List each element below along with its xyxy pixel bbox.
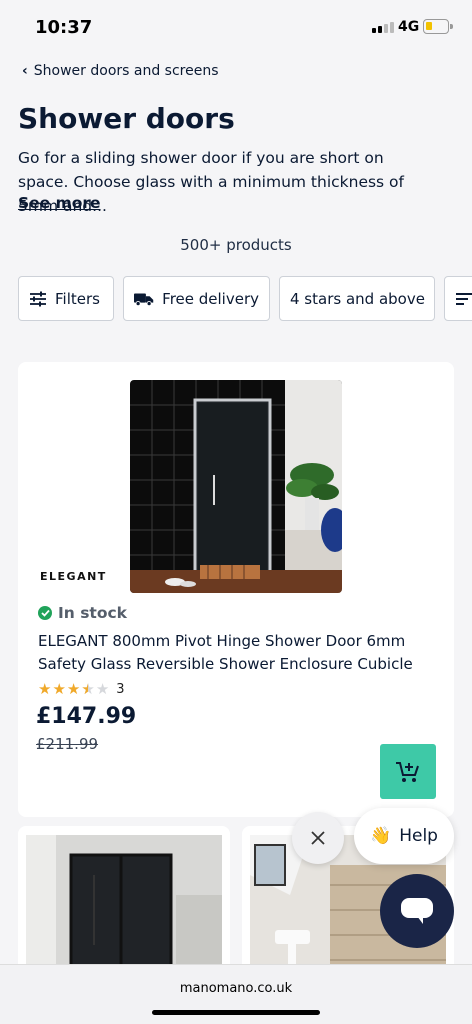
star-empty-icon: ★ — [95, 680, 110, 698]
stock-label: In stock — [58, 604, 127, 622]
star-icon: ★ — [66, 680, 81, 698]
help-label: Help — [399, 826, 438, 846]
wave-icon: 👋 — [370, 826, 392, 846]
signal-icon — [372, 22, 394, 33]
sort-chip[interactable] — [444, 276, 472, 321]
star-icon: ★ — [52, 680, 66, 698]
four-stars-label: 4 stars and above — [290, 289, 425, 308]
filter-chips: Filters Free delivery 4 stars and above — [18, 276, 472, 321]
chat-bubble-icon — [401, 898, 433, 924]
product-name[interactable]: ELEGANT 800mm Pivot Hinge Shower Door 6m… — [38, 630, 438, 676]
stock-status: In stock — [38, 604, 127, 622]
product-image[interactable] — [130, 380, 342, 593]
truck-icon — [134, 293, 154, 306]
network-type: 4G — [398, 19, 420, 35]
half-star-icon: ★ ★ — [81, 680, 95, 698]
sort-icon — [456, 292, 472, 305]
product-old-price: £211.99 — [36, 735, 99, 753]
cart-plus-icon — [396, 761, 419, 782]
free-delivery-label: Free delivery — [162, 289, 259, 308]
close-chat-button[interactable] — [292, 812, 344, 864]
free-delivery-chip[interactable]: Free delivery — [123, 276, 270, 321]
page-title: Shower doors — [18, 102, 235, 135]
star-icon: ★ — [38, 680, 52, 698]
brand-logo: ELEGANT — [40, 570, 107, 583]
sliders-icon — [30, 291, 46, 306]
star-rating: ★ ★ ★ ★ ★ ★ 3 — [38, 680, 125, 698]
status-bar: 10:37 4G — [0, 0, 472, 54]
url-text: manomano.co.uk — [179, 981, 293, 996]
status-time: 10:37 — [35, 17, 93, 38]
chat-button[interactable] — [380, 874, 454, 948]
filters-button[interactable]: Filters — [18, 276, 114, 321]
product-card[interactable]: ELEGANT In stock ELEGANT 800mm Pivot Hin… — [18, 362, 454, 817]
breadcrumb-label: Shower doors and screens — [33, 63, 219, 79]
browser-url-bar[interactable]: manomano.co.uk — [0, 964, 472, 1024]
breadcrumb[interactable]: ‹ Shower doors and screens — [22, 63, 219, 79]
add-to-cart-button[interactable] — [380, 744, 436, 799]
see-more-link[interactable]: See more — [18, 194, 101, 212]
four-stars-chip[interactable]: 4 stars and above — [279, 276, 435, 321]
help-button[interactable]: 👋 Help — [354, 808, 454, 864]
review-count: 3 — [116, 681, 125, 697]
chevron-left-icon: ‹ — [22, 63, 28, 79]
product-price: £147.99 — [36, 704, 137, 729]
close-icon — [311, 831, 325, 845]
filters-label: Filters — [55, 289, 100, 308]
home-indicator — [152, 1010, 320, 1015]
product-count: 500+ products — [180, 236, 292, 254]
check-circle-icon — [38, 606, 52, 620]
battery-icon — [423, 19, 453, 34]
product-image — [26, 835, 222, 976]
product-card[interactable] — [18, 826, 230, 976]
